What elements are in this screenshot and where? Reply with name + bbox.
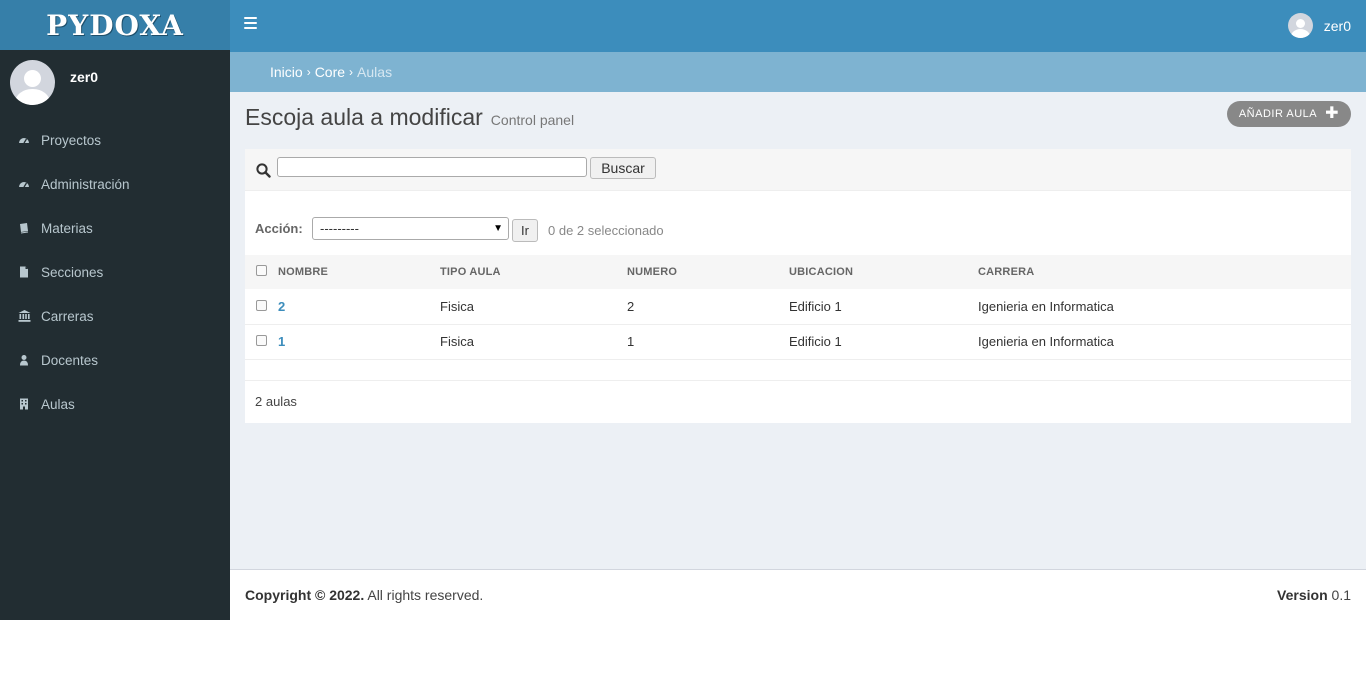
- column-header-ubicacion[interactable]: UBICACION: [789, 255, 978, 289]
- sidebar-menu: Proyectos Administración Materias Seccio…: [0, 118, 230, 426]
- breadcrumb-core[interactable]: Core: [315, 64, 345, 80]
- cell-carrera: Igenieria en Informatica: [978, 334, 1114, 349]
- sidebar-item-proyectos[interactable]: Proyectos: [0, 118, 230, 162]
- column-header-nombre[interactable]: NOMBRE: [278, 255, 440, 289]
- sidebar-toggle-icon[interactable]: [244, 17, 257, 29]
- column-header-tipo-aula[interactable]: TIPO AULA: [440, 255, 627, 289]
- sidebar-item-label: Aulas: [41, 396, 75, 412]
- building-icon: [18, 398, 30, 410]
- column-header-carrera[interactable]: CARRERA: [978, 255, 1351, 289]
- avatar: [10, 60, 55, 105]
- dropdown-caret-icon: ▼: [493, 223, 503, 234]
- row-checkbox[interactable]: [256, 299, 267, 311]
- action-label: Acción:: [255, 221, 303, 236]
- sidebar-user-name: zer0: [70, 69, 99, 85]
- sidebar-item-aulas[interactable]: Aulas: [0, 382, 230, 426]
- paginator: 2 aulas: [255, 394, 297, 409]
- action-select[interactable]: --------- ▼: [312, 217, 509, 240]
- search-icon: [256, 163, 271, 178]
- selection-counter: 0 de 2 seleccionado: [548, 223, 664, 238]
- search-bar: Buscar: [245, 149, 1351, 191]
- select-all-checkbox[interactable]: [256, 265, 267, 276]
- copyright: Copyright © 2022. All rights reserved.: [245, 587, 483, 603]
- actions-bar: Acción: --------- ▼ Ir 0 de 2 selecciona…: [245, 191, 1351, 255]
- copyright-text: All rights reserved.: [364, 587, 484, 603]
- cell-tipo: Fisica: [440, 334, 474, 349]
- row-link[interactable]: 2: [278, 299, 285, 314]
- results-table: NOMBRE TIPO AULA NUMERO UBICACION CARRER…: [245, 255, 1351, 360]
- table-header-row: NOMBRE TIPO AULA NUMERO UBICACION CARRER…: [245, 255, 1351, 289]
- search-button[interactable]: Buscar: [590, 157, 656, 179]
- action-select-value: ---------: [320, 221, 359, 236]
- go-button[interactable]: Ir: [512, 219, 538, 242]
- row-link[interactable]: 1: [278, 334, 285, 349]
- header-user-name: zer0: [1323, 17, 1351, 34]
- plus-icon: ✚: [1325, 105, 1339, 122]
- breadcrumb-separator: ›: [349, 65, 354, 79]
- add-aula-button[interactable]: AÑADIR AULA ✚: [1226, 101, 1351, 127]
- cell-tipo: Fisica: [440, 298, 474, 314]
- content-wrapper: Inicio › Core › Aulas Escoja aula a modi…: [230, 52, 1366, 569]
- university-icon: [18, 310, 31, 322]
- add-aula-label: AÑADIR AULA: [1238, 108, 1318, 120]
- avatar: [1287, 13, 1313, 38]
- cell-carrera: Igenieria en Informatica: [978, 298, 1114, 314]
- sidebar: zer0 Proyectos Administración Materias S…: [0, 50, 230, 620]
- logo-text: PYDOXA: [46, 8, 184, 42]
- sidebar-item-carreras[interactable]: Carreras: [0, 294, 230, 338]
- breadcrumb-current: Aulas: [357, 64, 393, 80]
- divider: [245, 360, 1351, 381]
- dashboard-icon: [18, 134, 30, 146]
- breadcrumb-home[interactable]: Inicio: [270, 64, 303, 80]
- footer: Copyright © 2022. All rights reserved. V…: [230, 569, 1366, 620]
- page-header: Escoja aula a modificar Control panel: [245, 104, 574, 131]
- version-value: 0.1: [1327, 587, 1351, 603]
- page-title: Escoja aula a modificar: [245, 104, 483, 130]
- copyright-year: Copyright © 2022.: [245, 587, 365, 603]
- table-row: 2 Fisica 2 Edificio 1 Igenieria en Infor…: [245, 289, 1351, 324]
- sidebar-item-label: Carreras: [41, 308, 94, 324]
- brand-logo[interactable]: PYDOXA: [0, 0, 230, 50]
- file-icon: [18, 266, 30, 278]
- version-label: Version: [1277, 587, 1328, 603]
- sidebar-item-label: Materias: [41, 220, 93, 236]
- search-input[interactable]: [277, 157, 587, 177]
- top-navbar: zer0: [230, 0, 1366, 52]
- cell-ubicacion: Edificio 1: [789, 334, 842, 349]
- user-panel: zer0: [0, 50, 230, 118]
- user-menu[interactable]: zer0: [1287, 13, 1351, 38]
- row-checkbox[interactable]: [256, 335, 267, 346]
- cell-ubicacion: Edificio 1: [789, 298, 842, 314]
- sidebar-item-label: Docentes: [41, 352, 99, 368]
- sidebar-item-administracion[interactable]: Administración: [0, 162, 230, 206]
- book-icon: [18, 222, 30, 234]
- dashboard-icon: [18, 178, 30, 190]
- sidebar-item-label: Secciones: [41, 264, 104, 280]
- breadcrumb: Inicio › Core › Aulas: [230, 52, 1366, 92]
- sidebar-item-docentes[interactable]: Docentes: [0, 338, 230, 382]
- sidebar-item-label: Administración: [41, 176, 130, 192]
- version: Version 0.1: [1277, 587, 1351, 603]
- cell-numero: 1: [627, 334, 635, 349]
- sidebar-item-label: Proyectos: [41, 132, 102, 148]
- breadcrumb-separator: ›: [306, 65, 311, 79]
- table-row: 1 Fisica 1 Edificio 1 Igenieria en Infor…: [245, 324, 1351, 359]
- page-subtitle: Control panel: [490, 112, 575, 128]
- sidebar-item-secciones[interactable]: Secciones: [0, 250, 230, 294]
- user-icon: [18, 354, 30, 366]
- cell-numero: 2: [627, 298, 635, 314]
- sidebar-item-materias[interactable]: Materias: [0, 206, 230, 250]
- changelist-box: Buscar Acción: --------- ▼ Ir 0 de 2 sel…: [245, 149, 1351, 423]
- column-header-numero[interactable]: NUMERO: [627, 255, 789, 289]
